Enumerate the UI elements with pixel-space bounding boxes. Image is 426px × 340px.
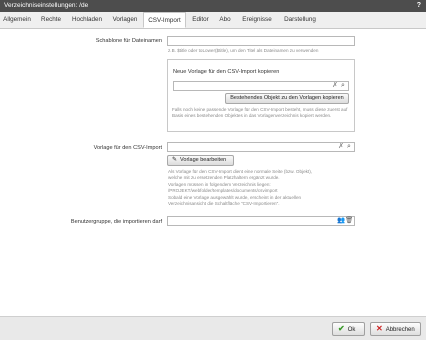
schablone-hint: z.B. $title oder toLower($title), um den… [168,48,319,53]
ok-label: Ok [347,327,356,333]
clear-icon[interactable]: ✗ [337,143,345,151]
search-icon[interactable]: ⌕ [345,143,353,151]
edit-template-label: Vorlage bearbeiten [180,157,227,163]
schablone-label: Schablone für Dateinamen [95,38,162,44]
neue-vorlage-input[interactable]: ✗ ⌕ [173,81,349,91]
tab-abo[interactable]: Abo [215,12,235,28]
tab-allgemein[interactable]: Allgemein [0,12,34,28]
tab-editor[interactable]: Editor [188,12,213,28]
vorlage-csv-hint: Als Vorlage für den CSV-Import dient ein… [168,169,368,207]
clear-icon[interactable]: ✗ [331,82,339,90]
copy-object-button[interactable]: Bestehendes Objekt zu den Vorlagen kopie… [225,93,349,104]
tab-ereignisse[interactable]: Ereignisse [239,12,275,28]
cancel-button[interactable]: ✕ Abbrechen [370,322,421,336]
window-titlebar: Verzeichniseinstellungen: /de ? [0,0,426,12]
pencil-icon: ✎ [172,157,178,163]
ok-button[interactable]: ✔ Ok [332,322,365,336]
tab-bar: Allgemein Rechte Hochladen Vorlagen CSV-… [0,12,426,29]
neue-vorlage-hint: Falls noch keine passende Vorlage für de… [172,107,348,119]
neue-vorlage-box: Neue Vorlage für den CSV-Import kopieren… [167,59,355,132]
vorlage-csv-label: Vorlage für den CSV-Import [93,145,162,151]
tab-rechte[interactable]: Rechte [36,12,66,28]
tab-hochladen[interactable]: Hochladen [68,12,106,28]
close-icon: ✕ [376,324,383,333]
schablone-input[interactable] [167,36,355,46]
cancel-label: Abbrechen [385,327,415,333]
search-icon[interactable]: ⌕ [339,82,347,90]
benutzergruppe-label: Benutzergruppe, die importieren darf [70,219,162,225]
checkmark-icon: ✔ [338,324,345,333]
neue-vorlage-title: Neue Vorlage für den CSV-Import kopieren [173,69,280,75]
tab-csv-import[interactable]: CSV-Import [143,12,186,28]
help-icon[interactable]: ? [417,0,421,12]
edit-template-button[interactable]: ✎ Vorlage bearbeiten [167,155,234,166]
trash-icon[interactable]: 🗑 [345,217,353,225]
tab-vorlagen[interactable]: Vorlagen [108,12,142,28]
tab-darstellung[interactable]: Darstellung [279,12,321,28]
hint-line: Verzeichnisansicht die Schaltfläche "CSV… [168,201,280,207]
csv-import-panel: Schablone für Dateinamen z.B. $title ode… [0,29,426,316]
vorlage-csv-input[interactable]: ✗ ⌕ [167,142,355,152]
window-title: Verzeichniseinstellungen: /de [4,2,89,9]
users-icon[interactable]: 👥 [337,217,345,225]
benutzergruppe-input[interactable]: 👥 🗑 [167,216,355,226]
dialog-footer: ✔ Ok ✕ Abbrechen [0,316,426,340]
